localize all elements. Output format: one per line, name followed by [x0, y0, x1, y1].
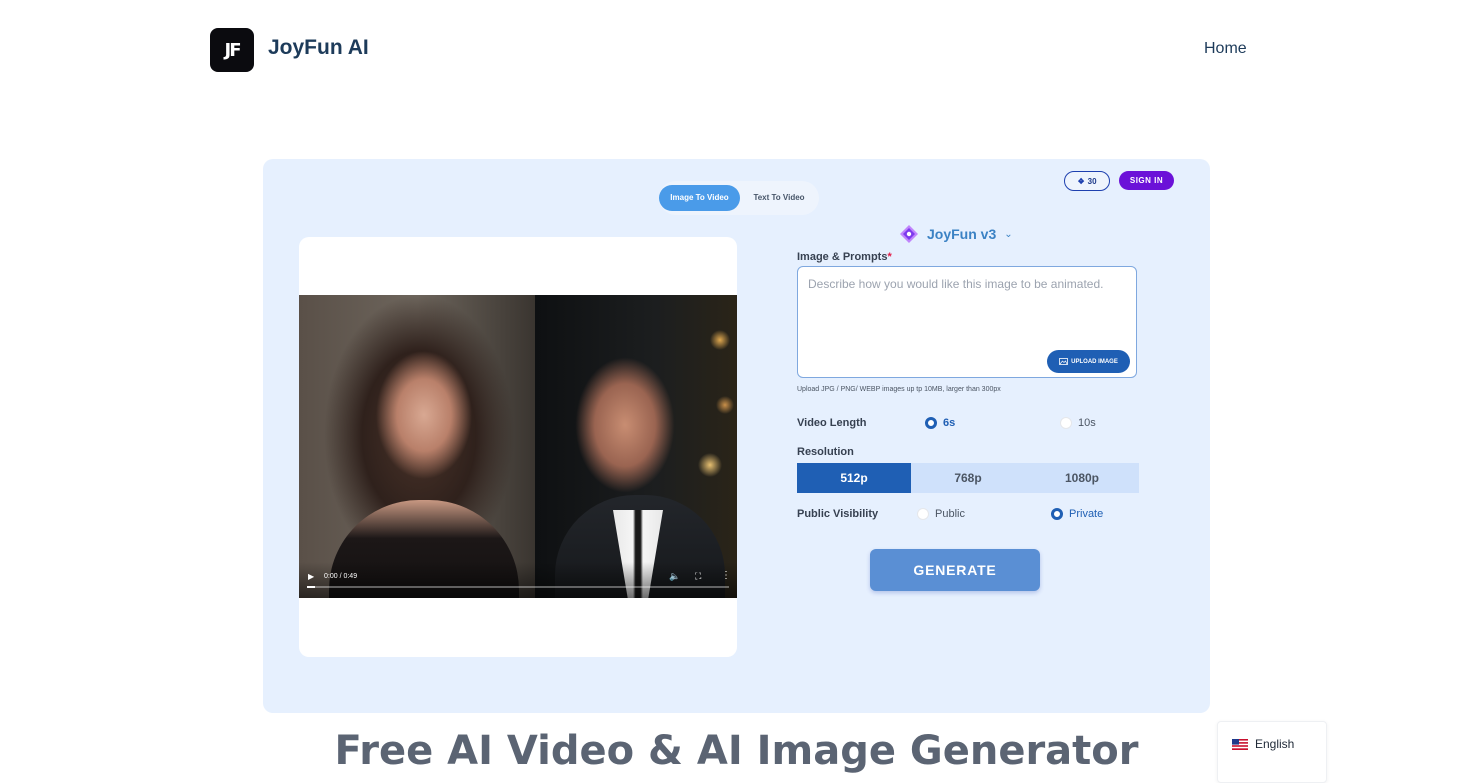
fullscreen-icon[interactable]: ⛶	[695, 571, 701, 582]
length-10s-radio[interactable]: 10s	[1060, 417, 1096, 429]
resolution-group: 512p 768p 1080p	[797, 463, 1139, 493]
video-progress-fill	[307, 586, 316, 588]
language-selector[interactable]: English	[1217, 721, 1327, 783]
prompt-label: Image & Prompts*	[797, 251, 892, 263]
generator-card: Image To Video Text To Video ❖ 30 SIGN I…	[263, 159, 1210, 713]
volume-icon[interactable]: 🔈	[669, 571, 680, 582]
preview-panel: ▶ 0:00 / 0:49 🔈 ⛶ ⋮	[299, 237, 737, 657]
model-name: JoyFun v3	[927, 226, 997, 242]
required-mark: *	[887, 251, 892, 263]
res-512-button[interactable]: 512p	[797, 463, 911, 493]
radio-unselected-icon	[1060, 417, 1072, 429]
brand-logo[interactable]: JF	[210, 28, 254, 72]
visibility-private-label: Private	[1069, 508, 1104, 520]
more-options-icon[interactable]: ⋮	[721, 570, 731, 581]
demo-video[interactable]: ▶ 0:00 / 0:49 🔈 ⛶ ⋮	[299, 295, 737, 598]
upload-hint: Upload JPG / PNG/ WEBP images up tp 10MB…	[797, 386, 1001, 393]
prompt-box: UPLOAD IMAGE	[797, 266, 1137, 378]
length-6s-label: 6s	[943, 417, 956, 429]
language-label: English	[1255, 737, 1295, 751]
upload-image-button[interactable]: UPLOAD IMAGE	[1047, 350, 1130, 373]
prompt-input[interactable]	[806, 275, 1130, 339]
credits-badge[interactable]: ❖ 30	[1064, 171, 1110, 191]
credits-count: 30	[1087, 176, 1097, 186]
us-flag-icon	[1232, 739, 1248, 750]
model-dropdown[interactable]: JoyFun v3 ⌄	[899, 223, 1013, 245]
video-frame-right	[535, 295, 737, 598]
radio-selected-icon	[1051, 508, 1063, 520]
video-controls: ▶ 0:00 / 0:49 🔈 ⛶ ⋮	[299, 562, 737, 598]
tab-text-to-video[interactable]: Text To Video	[741, 185, 817, 211]
video-frame-left	[299, 295, 535, 598]
video-time: 0:00 / 0:49	[324, 573, 358, 580]
length-6s-radio[interactable]: 6s	[925, 417, 955, 429]
diamond-icon: ❖	[1077, 176, 1085, 186]
video-progress[interactable]	[307, 586, 729, 588]
brand-name[interactable]: JoyFun AI	[268, 36, 369, 60]
visibility-label: Public Visibility	[797, 508, 879, 520]
chevron-down-icon: ⌄	[1004, 228, 1013, 240]
resolution-label: Resolution	[797, 446, 854, 458]
mode-tabs: Image To Video Text To Video	[659, 181, 819, 215]
play-icon[interactable]: ▶	[308, 572, 314, 581]
generate-button[interactable]: GENERATE	[870, 549, 1040, 591]
tab-image-to-video[interactable]: Image To Video	[659, 185, 740, 211]
visibility-private-radio[interactable]: Private	[1051, 508, 1103, 520]
length-10s-label: 10s	[1078, 417, 1096, 429]
nav-home-link[interactable]: Home	[1204, 40, 1247, 58]
visibility-public-radio[interactable]: Public	[917, 508, 965, 520]
model-logo-icon	[900, 225, 918, 243]
prompt-label-text: Image & Prompts	[797, 251, 888, 263]
visibility-public-label: Public	[935, 508, 965, 520]
image-icon	[1059, 358, 1069, 365]
video-length-label: Video Length	[797, 417, 867, 429]
sign-in-button[interactable]: SIGN IN	[1119, 171, 1174, 190]
upload-image-label: UPLOAD IMAGE	[1071, 358, 1118, 365]
radio-unselected-icon	[917, 508, 929, 520]
res-1080-button[interactable]: 1080p	[1025, 463, 1139, 493]
radio-selected-icon	[925, 417, 937, 429]
res-768-button[interactable]: 768p	[911, 463, 1025, 493]
